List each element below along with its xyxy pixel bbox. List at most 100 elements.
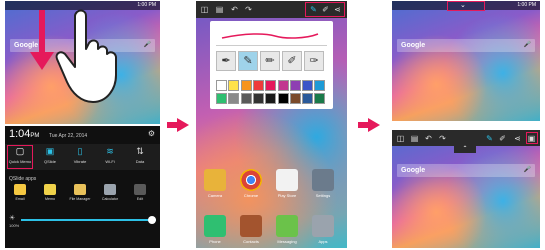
color-swatch[interactable] <box>228 93 240 104</box>
app-label: Apps <box>318 239 328 244</box>
color-swatch[interactable] <box>252 80 264 91</box>
mic-icon[interactable]: 🎤 <box>524 39 531 52</box>
date: Tue Apr 22, 2014 <box>49 133 88 139</box>
contacts-app-icon[interactable] <box>240 215 262 237</box>
pen-type-highlighter[interactable]: ✑ <box>304 51 324 71</box>
quick-setting-wifi[interactable]: ≋ Wi-Fi <box>97 146 123 164</box>
quick-setting-label: Data <box>135 159 145 164</box>
layer-icon[interactable]: ◫ <box>199 4 210 15</box>
eraser-icon[interactable]: ✐ <box>497 133 508 144</box>
qslide-app-calculator[interactable]: Calculator <box>97 184 123 201</box>
pen-tool-highlight <box>305 2 345 17</box>
color-swatch[interactable] <box>216 93 227 104</box>
app-label: Phone <box>209 239 221 244</box>
pen-icon[interactable]: ✎ <box>484 133 495 144</box>
color-swatch[interactable] <box>289 93 301 104</box>
play-store-app-icon[interactable] <box>276 169 298 191</box>
apps-drawer-icon[interactable] <box>312 215 334 237</box>
redo-icon[interactable]: ↷ <box>437 133 448 144</box>
quick-setting-qslide[interactable]: ▣ QSlide <box>37 146 63 164</box>
qslide-app-email[interactable]: Email <box>7 184 33 201</box>
qslide-app-file-manager[interactable]: File Manager <box>67 184 93 201</box>
mic-icon[interactable]: 🎤 <box>524 164 531 177</box>
messaging-app-icon[interactable] <box>276 215 298 237</box>
hide-toolbar-tab[interactable]: ⌃ <box>454 146 476 153</box>
share-icon[interactable]: ⋖ <box>512 133 523 144</box>
brightness-track <box>21 219 156 221</box>
memo-icon <box>44 184 56 195</box>
qslide-icon: ▣ <box>45 146 55 156</box>
layer-icon[interactable]: ◫ <box>395 133 406 144</box>
color-swatch[interactable] <box>302 93 314 104</box>
phone-app-icon[interactable] <box>204 215 226 237</box>
color-swatch[interactable] <box>252 93 264 104</box>
mode-icon[interactable]: ▤ <box>409 133 420 144</box>
clock-time: 1:04 <box>9 128 31 140</box>
swipe-down-arrow <box>30 10 54 70</box>
redo-icon[interactable]: ↷ <box>243 4 254 15</box>
color-swatch[interactable] <box>265 80 277 91</box>
app-label: Play Store <box>277 193 297 198</box>
home-screen-toolbar-hidden: 1:00 PM ⌄ Google 🎤 <box>392 1 540 121</box>
color-swatch[interactable] <box>216 80 227 91</box>
camera-app-icon[interactable] <box>204 169 226 191</box>
color-swatch[interactable] <box>240 80 252 91</box>
pen-type-brush[interactable]: ✎ <box>238 51 258 71</box>
app-label: Chrome <box>243 193 259 198</box>
google-search-bar[interactable]: Google 🎤 <box>397 164 535 177</box>
color-swatch[interactable] <box>265 93 277 104</box>
color-swatch[interactable] <box>289 80 301 91</box>
color-swatch[interactable] <box>314 93 326 104</box>
next-step-arrow <box>358 118 380 132</box>
status-time: 1:00 PM <box>517 2 536 8</box>
mic-icon[interactable]: 🎤 <box>144 39 151 52</box>
show-toolbar-tab[interactable]: ⌄ <box>447 1 485 11</box>
clock-ampm: PM <box>30 133 40 139</box>
chevron-down-icon: ⌄ <box>460 2 466 9</box>
color-swatch[interactable] <box>302 80 314 91</box>
mode-icon[interactable]: ▤ <box>214 4 225 15</box>
undo-icon[interactable]: ↶ <box>229 4 240 15</box>
quick-setting-label: QSlide <box>43 159 56 164</box>
pen-type-fountain[interactable]: ✒ <box>216 51 236 71</box>
qslide-apps-title: QSlide apps <box>9 176 37 182</box>
quick-setting-data[interactable]: ⇅ Data <box>127 146 153 164</box>
google-label: Google <box>401 42 426 49</box>
app-label: Email <box>15 197 25 201</box>
qslide-app-edit[interactable]: Edit <box>127 184 153 201</box>
qslide-app-memo[interactable]: Memo <box>37 184 63 201</box>
undo-icon[interactable]: ↶ <box>423 133 434 144</box>
pen-type-pencil[interactable]: ✏ <box>260 51 280 71</box>
google-label: Google <box>401 167 426 174</box>
color-swatch[interactable] <box>240 93 252 104</box>
gear-icon[interactable]: ⚙ <box>148 129 155 138</box>
status-time: 1:00 PM <box>137 2 156 8</box>
app-label: File Manager <box>69 197 91 201</box>
home-screen-swipe: 1:00 PM Google 🎤 <box>5 1 160 124</box>
google-search-bar[interactable]: Google 🎤 <box>397 39 535 52</box>
color-swatch[interactable] <box>277 93 289 104</box>
calculator-icon <box>104 184 116 195</box>
notification-panel: 1:04PM Tue Apr 22, 2014 ⚙ ▢ Quick Memo ▣ Q… <box>5 126 160 248</box>
app-label: Memo <box>45 197 55 201</box>
divider <box>216 45 327 46</box>
chrome-app-icon[interactable] <box>240 169 262 191</box>
next-step-arrow <box>167 118 189 132</box>
quick-memo-screen: ◫ ▤ ↶ ↷ ✎ ✐ ⋖ ✒ ✎ ✏ ✐ ✑ Camera Chrome Pl… <box>196 1 347 248</box>
color-swatch[interactable] <box>228 80 240 91</box>
color-swatch[interactable] <box>314 80 326 91</box>
quick-setting-quick-memo[interactable]: ▢ Quick Memo <box>7 145 33 169</box>
data-icon: ⇅ <box>136 146 144 156</box>
brightness-slider[interactable] <box>9 214 156 226</box>
vibrate-icon: ▯ <box>77 146 83 156</box>
pen-stroke-preview <box>221 33 319 39</box>
quick-memo-tutorial: 1:00 PM Google 🎤 1:04PM Tue Apr 22, 2014… <box>0 0 545 250</box>
settings-app-icon[interactable] <box>312 169 334 191</box>
quick-settings-row: ▢ Quick Memo ▣ QSlide ▯ Vibrate ≋ Wi-Fi ⇅ Dat… <box>5 144 160 170</box>
quick-setting-vibrate[interactable]: ▯ Vibrate <box>67 146 93 164</box>
brightness-knob[interactable] <box>148 216 156 224</box>
email-icon <box>14 184 26 195</box>
pen-type-marker[interactable]: ✐ <box>282 51 302 71</box>
color-swatch[interactable] <box>277 80 289 91</box>
pen-settings-panel: ✒ ✎ ✏ ✐ ✑ <box>210 21 333 109</box>
